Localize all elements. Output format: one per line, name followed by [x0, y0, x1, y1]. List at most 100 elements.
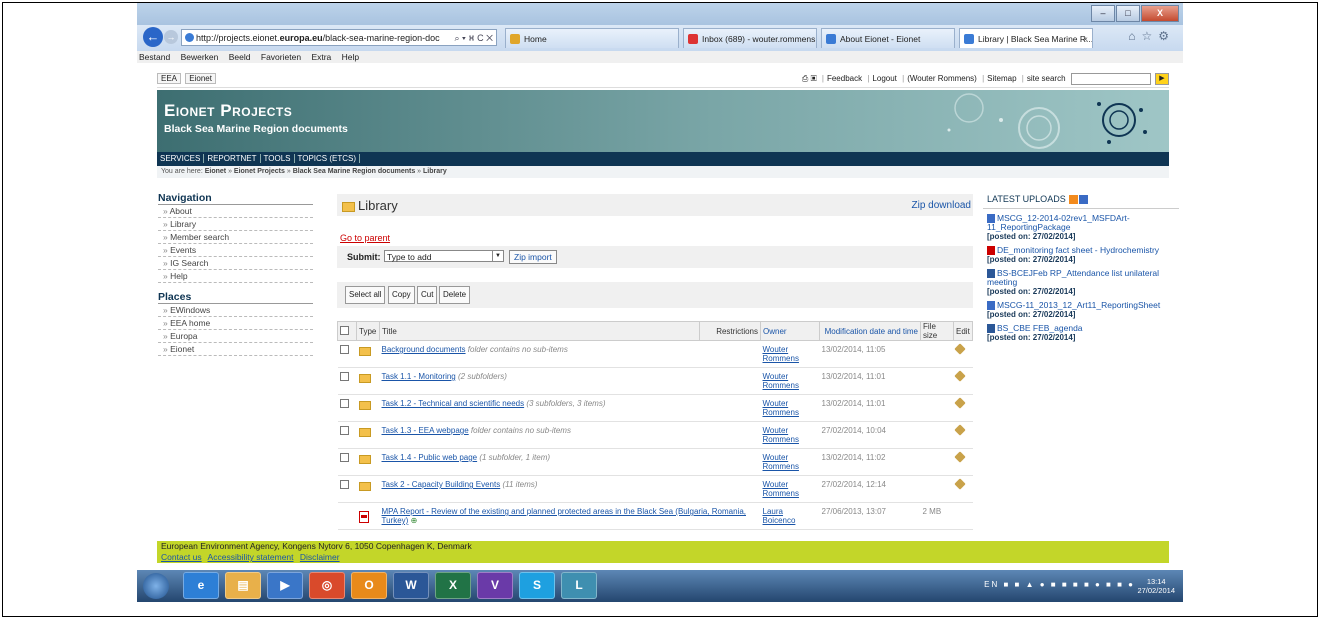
- edit-pencil-icon[interactable]: [953, 478, 966, 490]
- owner-link[interactable]: Wouter Rommens: [763, 372, 818, 390]
- search-go-button[interactable]: ▶: [1155, 72, 1169, 85]
- zip-import-button[interactable]: Zip import: [509, 250, 557, 264]
- menu-help[interactable]: Help: [342, 52, 359, 62]
- taskbar-ie[interactable]: e: [183, 572, 219, 599]
- taskbar-clock[interactable]: 13:14 27/02/2014: [1137, 577, 1175, 595]
- delete-button[interactable]: Delete: [439, 286, 471, 304]
- eea-link[interactable]: EEA: [157, 73, 182, 84]
- close-window-button[interactable]: X: [1141, 5, 1179, 22]
- row-title-link[interactable]: Task 1.1 - Monitoring: [382, 372, 456, 381]
- nav-item-member-search[interactable]: Member search: [158, 231, 313, 244]
- upload-link[interactable]: DE_monitoring fact sheet - Hydrochemistr…: [997, 245, 1159, 255]
- row-title-link[interactable]: Task 1.4 - Public web page: [382, 453, 478, 462]
- rss-icon[interactable]: [1068, 195, 1078, 205]
- column-type[interactable]: Type: [356, 321, 380, 341]
- row-title-link[interactable]: Task 1.3 - EEA webpage: [382, 426, 469, 435]
- nav-reportnet[interactable]: REPORTNET: [204, 154, 261, 163]
- tab-library[interactable]: Library | Black Sea Marine R... ×: [959, 28, 1093, 48]
- language-indicator[interactable]: EN: [984, 580, 999, 589]
- zip-download-link[interactable]: Zip download: [912, 200, 971, 211]
- taskbar-media[interactable]: ▶: [267, 572, 303, 599]
- owner-link[interactable]: Laura Boicenco: [763, 507, 796, 525]
- row-title-link[interactable]: MPA Report - Review of the existing and …: [382, 507, 747, 525]
- place-eea-home[interactable]: EEA home: [158, 317, 313, 330]
- place-eionet[interactable]: Eionet: [158, 343, 313, 356]
- nav-topics[interactable]: TOPICS (ETCS): [294, 154, 361, 163]
- row-checkbox[interactable]: [339, 372, 349, 381]
- nav-item-ig-search[interactable]: IG Search: [158, 257, 313, 270]
- start-button[interactable]: [143, 573, 169, 599]
- system-tray[interactable]: EN ■ ■ ▲ ● ■ ■ ■ ■ ● ■ ■ ●: [984, 580, 1135, 589]
- place-europa[interactable]: Europa: [158, 330, 313, 343]
- add-plus-icon[interactable]: ⊕: [411, 516, 418, 525]
- menu-bewerken[interactable]: Bewerken: [181, 52, 219, 62]
- back-button[interactable]: ←: [143, 27, 163, 47]
- header-select-all[interactable]: [337, 321, 357, 341]
- checkbox[interactable]: [340, 325, 349, 335]
- row-title-link[interactable]: Task 1.2 - Technical and scientific need…: [382, 399, 525, 408]
- nav-tools[interactable]: TOOLS: [260, 154, 295, 163]
- column-restrictions[interactable]: Restrictions: [699, 321, 761, 341]
- owner-link[interactable]: Wouter Rommens: [763, 399, 818, 417]
- row-checkbox[interactable]: [339, 480, 349, 489]
- go-to-parent-link[interactable]: Go to parent: [340, 233, 390, 243]
- minimize-button[interactable]: –: [1091, 5, 1115, 22]
- select-all-button[interactable]: Select all: [345, 286, 386, 304]
- row-checkbox[interactable]: [339, 453, 349, 462]
- feed-icon[interactable]: [1078, 195, 1088, 205]
- taskbar-explorer[interactable]: ▤: [225, 572, 261, 599]
- nav-services[interactable]: SERVICES: [157, 154, 205, 163]
- breadcrumb-eionet-projects[interactable]: Eionet Projects: [234, 168, 285, 175]
- tab-home[interactable]: Home: [505, 28, 679, 48]
- breadcrumb-eionet[interactable]: Eionet: [205, 168, 226, 175]
- edit-pencil-icon[interactable]: [953, 424, 966, 436]
- column-owner[interactable]: Owner: [760, 321, 820, 341]
- print-icon[interactable]: ⎙: [802, 74, 808, 83]
- owner-link[interactable]: Wouter Rommens: [763, 480, 818, 498]
- address-bar[interactable]: http://projects.eionet.europa.eu/black-s…: [181, 29, 497, 46]
- owner-link[interactable]: Wouter Rommens: [763, 453, 818, 471]
- maximize-button[interactable]: □: [1116, 5, 1140, 22]
- logout-link[interactable]: Logout: [872, 74, 896, 83]
- feedback-link[interactable]: Feedback: [827, 74, 862, 83]
- accessibility-link[interactable]: Accessibility statement: [208, 552, 294, 562]
- copy-button[interactable]: Copy: [388, 286, 415, 304]
- tab-about-eionet[interactable]: About Eionet - Eionet: [821, 28, 955, 48]
- edit-pencil-icon[interactable]: [953, 370, 966, 382]
- owner-link[interactable]: Wouter Rommens: [763, 345, 818, 363]
- column-file-size[interactable]: File size: [920, 321, 954, 341]
- row-title-link[interactable]: Task 2 - Capacity Building Events: [382, 480, 501, 489]
- menu-beeld[interactable]: Beeld: [229, 52, 251, 62]
- place-ewindows[interactable]: EWindows: [158, 304, 313, 317]
- edit-pencil-icon[interactable]: [953, 451, 966, 463]
- tab-inbox[interactable]: Inbox (689) - wouter.rommens...: [683, 28, 817, 48]
- nav-item-library[interactable]: Library: [158, 218, 313, 231]
- nav-item-help[interactable]: Help: [158, 270, 313, 283]
- address-controls[interactable]: ⌕ ▾ ⌘ C ✕: [455, 30, 493, 45]
- taskbar-excel[interactable]: X: [435, 572, 471, 599]
- taskbar-skype[interactable]: S: [519, 572, 555, 599]
- disclaimer-link[interactable]: Disclaimer: [300, 552, 340, 562]
- column-title[interactable]: Title: [379, 321, 700, 341]
- favorites-star-icon[interactable]: ☆: [1141, 29, 1158, 43]
- forward-button[interactable]: →: [164, 30, 178, 44]
- row-title-link[interactable]: Background documents: [382, 345, 466, 354]
- browser-toolbar-icons[interactable]: ⌂☆⚙: [1128, 29, 1175, 43]
- upload-link[interactable]: BS_CBE FEB_agenda: [997, 323, 1083, 333]
- taskbar-outlook[interactable]: O: [351, 572, 387, 599]
- upload-link[interactable]: MSCG-11_2013_12_Art11_ReportingSheet: [997, 300, 1160, 310]
- nav-item-events[interactable]: Events: [158, 244, 313, 257]
- taskbar-lync[interactable]: L: [561, 572, 597, 599]
- column-modification-date[interactable]: Modification date and time: [819, 321, 921, 341]
- taskbar-word[interactable]: W: [393, 572, 429, 599]
- menu-extra[interactable]: Extra: [311, 52, 331, 62]
- owner-link[interactable]: Wouter Rommens: [763, 426, 818, 444]
- row-checkbox[interactable]: [339, 345, 349, 354]
- close-tab-icon[interactable]: ×: [1083, 29, 1088, 48]
- row-checkbox[interactable]: [339, 399, 349, 408]
- edit-pencil-icon[interactable]: [953, 343, 966, 355]
- nav-item-about[interactable]: About: [158, 205, 313, 218]
- upload-link[interactable]: MSCG_12-2014-02rev1_MSFDArt-11_Reporting…: [987, 213, 1130, 232]
- submit-type-select[interactable]: Type to add ▼: [384, 250, 504, 262]
- contact-us-link[interactable]: Contact us: [161, 552, 202, 562]
